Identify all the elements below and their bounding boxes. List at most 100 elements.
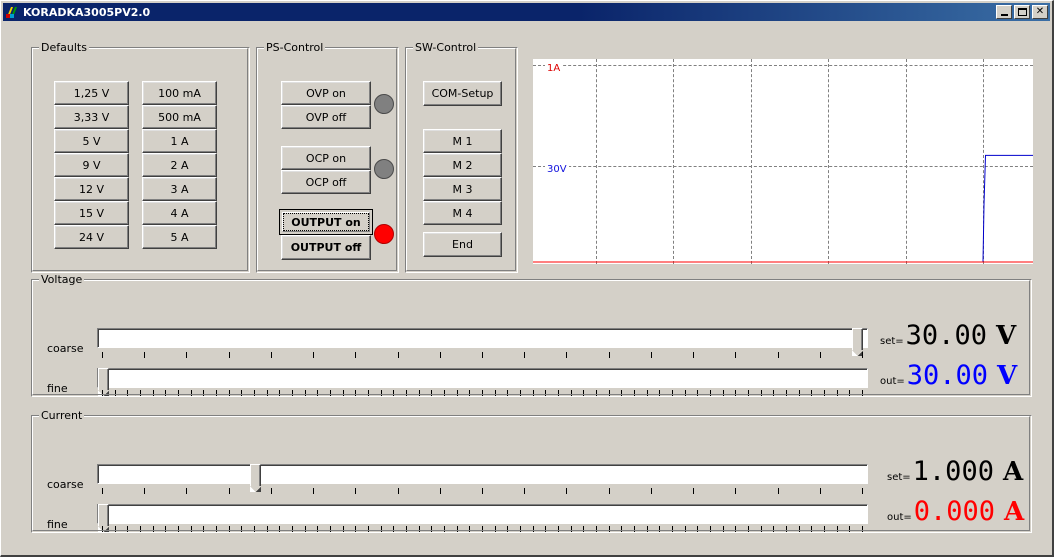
current-fine-tick [672,526,673,532]
end-button[interactable]: End [423,232,502,257]
ocp-off-button[interactable]: OCP off [281,170,371,194]
voltage-coarse-tick [271,352,272,358]
current-coarse-ticks [97,488,868,497]
voltage-fine-tick [837,390,838,396]
current-coarse-track[interactable] [97,464,868,484]
app-icon[interactable] [4,5,20,20]
close-icon[interactable]: ✕ [1032,5,1048,19]
current-fine-tick [203,526,204,532]
voltage-fine-tick [254,390,255,396]
current-fine-tick [153,526,154,532]
voltage-fine-tick [571,390,572,396]
current-fine-tick [191,526,192,532]
default-voltage-button-label: 15 V [79,207,104,220]
current-fine-tick [419,526,420,532]
voltage-coarse-track[interactable] [97,328,868,348]
voltage-fine-tick [773,390,774,396]
ocp-on-button[interactable]: OCP on [281,146,371,170]
default-voltage-button-6[interactable]: 24 V [54,225,129,249]
defaults-group-label: Defaults [39,41,89,54]
default-voltage-button-4[interactable]: 12 V [54,177,129,201]
minimize-icon[interactable] [996,5,1012,19]
current-fine-tick [127,526,128,532]
voltage-fine-tick [558,390,559,396]
default-current-button-0[interactable]: 100 mA [142,81,217,105]
memory-button-1[interactable]: M 1 [423,129,502,153]
default-current-button-label: 5 A [170,231,188,244]
voltage-fine-tick [849,390,850,396]
default-voltage-button-3[interactable]: 9 V [54,153,129,177]
default-current-button-4[interactable]: 3 A [142,177,217,201]
ovp-off-button[interactable]: OVP off [281,105,371,129]
current-set-prefix: set= [887,472,911,483]
voltage-set-prefix: set= [880,336,904,347]
default-voltage-button-1[interactable]: 3,33 V [54,105,129,129]
voltage-fine-tick [406,390,407,396]
current-coarse-tick [862,488,863,494]
voltage-fine-tick [824,390,825,396]
voltage-fine-tick [153,390,154,396]
default-voltage-button-2[interactable]: 5 V [54,129,129,153]
voltage-fine-tick [115,390,116,396]
voltage-fine-tick [267,390,268,396]
default-current-button-2[interactable]: 1 A [142,129,217,153]
voltage-fine-tick [672,390,673,396]
voltage-fine-tick [444,390,445,396]
current-fine-tick [634,526,635,532]
default-current-button-5[interactable]: 4 A [142,201,217,225]
current-fine-tick [621,526,622,532]
ovp-on-label: OVP on [306,87,346,100]
voltage-fine-tick [811,390,812,396]
chart-series-layer [533,59,1033,264]
voltage-fine-tick [457,390,458,396]
chart-axis-label-0: 1A [545,63,562,74]
voltage-fine-tick [799,390,800,396]
memory-button-2[interactable]: M 2 [423,153,502,177]
current-coarse-tick [566,488,567,494]
current-fine-track[interactable] [97,504,868,524]
voltage-coarse-thumb[interactable] [852,328,863,350]
default-voltage-button-0[interactable]: 1,25 V [54,81,129,105]
current-fine-tick [786,526,787,532]
default-voltage-button-label: 9 V [82,159,100,172]
title-bar[interactable]: KORADKA3005PV2.0 ✕ [3,3,1050,21]
memory-button-3[interactable]: M 3 [423,177,502,201]
chart-series-voltage-out [533,155,1033,262]
voltage-fine-tick [317,390,318,396]
voltage-fine-tick [140,390,141,396]
voltage-coarse-tick [735,352,736,358]
default-voltage-button-5[interactable]: 15 V [54,201,129,225]
voltage-coarse-tick [693,352,694,358]
current-fine-tick [862,526,863,532]
memory-button-4[interactable]: M 4 [423,201,502,225]
voltage-coarse-label: coarse [47,342,84,355]
voltage-coarse-tick [313,352,314,358]
ovp-on-button[interactable]: OVP on [281,81,371,105]
current-coarse-label: coarse [47,478,84,491]
default-current-button-3[interactable]: 2 A [142,153,217,177]
default-current-button-6[interactable]: 5 A [142,225,217,249]
voltage-fine-tick [343,390,344,396]
current-coarse-tick [271,488,272,494]
voltage-coarse-tick [440,352,441,358]
output-off-button[interactable]: OUTPUT off [281,235,371,260]
current-fine-thumb[interactable] [98,504,109,526]
client-area: Defaults 1,25 V3,33 V5 V9 V12 V15 V24 V … [3,23,1050,554]
voltage-fine-track[interactable] [97,368,868,388]
current-set-unit: A [1003,457,1023,487]
current-fine-tick [115,526,116,532]
window-title: KORADKA3005PV2.0 [23,6,150,19]
output-on-button[interactable]: OUTPUT on [279,209,373,235]
current-coarse-thumb[interactable] [250,464,261,486]
voltage-fine-thumb[interactable] [98,368,109,390]
maximize-icon[interactable] [1014,5,1030,19]
com-setup-button[interactable]: COM-Setup [423,81,502,106]
default-current-button-1[interactable]: 500 mA [142,105,217,129]
voltage-fine-tick [191,390,192,396]
current-fine-tick [279,526,280,532]
current-fine-tick [533,526,534,532]
voltage-fine-tick [748,390,749,396]
chart-axis-label-1: 30V [545,164,569,175]
current-fine-tick [837,526,838,532]
output-chart: 1A 30V [533,59,1033,264]
